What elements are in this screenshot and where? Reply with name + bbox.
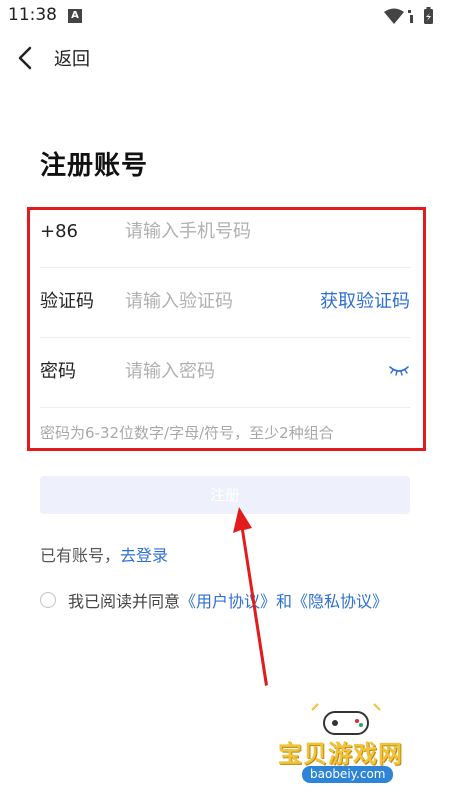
watermark-title: 宝贝游戏网: [278, 740, 403, 768]
watermark-url: baobeiy.com: [302, 766, 394, 783]
watermark-logo: 宝贝游戏网 baobeiy.com: [272, 700, 422, 790]
annotation-arrow: [233, 507, 268, 686]
